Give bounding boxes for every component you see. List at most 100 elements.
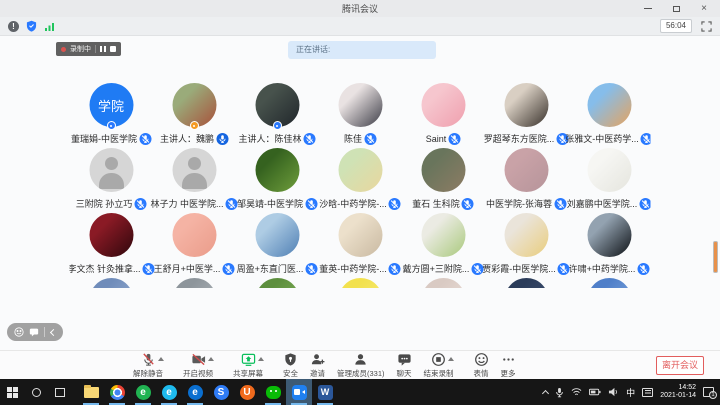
participant-tile[interactable] [568, 278, 651, 288]
tray-wifi-icon[interactable] [571, 387, 582, 397]
participant-tile[interactable]: 董石 生科院 [402, 148, 485, 210]
participant-tile[interactable]: 中医学院-张海蓉 [485, 148, 568, 210]
fullscreen-icon[interactable] [701, 21, 712, 32]
mic-muted-icon[interactable] [639, 198, 650, 210]
mic-muted-icon[interactable] [304, 133, 316, 145]
mic-muted-icon[interactable] [641, 133, 651, 145]
taskbar-app-uc-browser-icon[interactable]: U [234, 379, 260, 405]
participant-tile[interactable]: 王舒月+中医学... [153, 213, 236, 275]
participant-name: 董英-中药学院-... [319, 262, 387, 275]
mic-muted-icon[interactable] [222, 263, 234, 275]
taskbar-app-explorer-icon[interactable] [78, 379, 104, 405]
toolbar-share-screen-button[interactable]: 共享屏幕 [233, 352, 263, 379]
mic-on-icon[interactable] [216, 133, 228, 145]
mic-muted-icon[interactable] [448, 133, 460, 145]
participant-tile[interactable]: 刘嘉鹏中医学院... [568, 148, 651, 210]
participant-tile[interactable]: 林子力 中医学院... [153, 148, 236, 210]
participant-name: 主讲人：陈佳林 [238, 132, 301, 145]
taskbar-clock[interactable]: 14:52 2021-01-14 [660, 384, 696, 401]
maximize-icon[interactable] [668, 1, 684, 16]
tray-microphone-icon[interactable] [555, 387, 564, 398]
participant-tile[interactable]: 主讲人：魏鹏 [153, 83, 236, 145]
expand-arrow-icon[interactable] [258, 357, 264, 361]
toolbar-members-button[interactable]: 管理成员(331) [337, 352, 385, 379]
toolbar-stop-record-button[interactable]: 结束录制 [424, 352, 454, 379]
participant-tile[interactable]: 董英-中药学院-... [319, 213, 402, 275]
mic-muted-icon[interactable] [389, 263, 401, 275]
mic-muted-icon[interactable] [554, 198, 566, 210]
participant-tile[interactable] [70, 278, 153, 288]
taskbar-app-wechat-icon[interactable] [260, 379, 286, 405]
mic-muted-icon[interactable] [139, 133, 151, 145]
participant-tile[interactable] [319, 278, 402, 288]
collapse-bar-icon[interactable] [50, 328, 57, 335]
toolbar-shield-button[interactable]: 安全 [283, 352, 298, 379]
taskbar-app-chrome-icon[interactable] [104, 379, 130, 405]
participant-tile[interactable]: 李文杰 针灸推拿... [70, 213, 153, 275]
participant-tile[interactable]: 邹昊靖-中医学院 [236, 148, 319, 210]
mic-muted-icon[interactable] [637, 263, 649, 275]
toolbar-invite-button[interactable]: 邀请 [310, 352, 325, 379]
avatar-wrap [421, 148, 465, 192]
mic-muted-icon[interactable] [134, 198, 146, 210]
close-icon[interactable]: × [696, 1, 712, 16]
mic-muted-icon[interactable] [305, 263, 317, 275]
participant-tile[interactable]: 沙晗-中药学院-... [319, 148, 402, 210]
participant-tile[interactable]: 贾彩霞-中医学院... [485, 213, 568, 275]
taskbar-app-word-icon[interactable]: W [312, 379, 338, 405]
tray-battery-icon[interactable] [589, 388, 601, 396]
participant-tile[interactable]: 罗超琴东方医院... [485, 83, 568, 145]
taskbar-app-tencent-meeting-icon[interactable] [286, 379, 312, 405]
taskbar-app-ie-icon[interactable]: e [156, 379, 182, 405]
start-button-icon[interactable] [0, 379, 24, 405]
expand-arrow-icon[interactable] [208, 357, 214, 361]
chat-quick-icon[interactable] [29, 327, 39, 337]
participant-tile[interactable]: 陈佳 [319, 83, 402, 145]
toolbar-emoji-button[interactable]: 表情 [474, 352, 489, 379]
grid-scrollbar-thumb[interactable] [713, 241, 718, 273]
pause-recording-icon[interactable] [100, 46, 106, 52]
stop-recording-icon[interactable] [110, 46, 116, 52]
taskbar-app-sogou-icon[interactable]: S [208, 379, 234, 405]
participant-tile[interactable]: Saint [402, 83, 485, 145]
participant-tile[interactable] [485, 278, 568, 288]
search-icon[interactable] [24, 379, 48, 405]
participant-tile[interactable]: 三附院 孙立巧 [70, 148, 153, 210]
input-method-indicator[interactable]: 中 [626, 386, 635, 399]
toolbar-more-button[interactable]: 更多 [501, 352, 516, 379]
network-shield-icon[interactable] [26, 20, 37, 32]
taskbar-app-edge-icon[interactable]: e [182, 379, 208, 405]
mic-muted-icon[interactable] [389, 198, 401, 210]
expand-arrow-icon[interactable] [158, 357, 164, 361]
participant-tile[interactable]: 学院董瑞娟-中医学院 [70, 83, 153, 145]
participant-tile[interactable] [236, 278, 319, 288]
participant-tile[interactable]: 周盈+东直门医... [236, 213, 319, 275]
participant-tile[interactable]: 戴方圆+三附院... [402, 213, 485, 275]
signal-strength-icon[interactable] [44, 21, 55, 32]
toolbar-camera-off-button[interactable]: 开启视频 [183, 352, 213, 379]
participant-tile[interactable]: 主讲人：陈佳林 [236, 83, 319, 145]
toolbar-mic-off-button[interactable]: 解除静音 [133, 352, 163, 379]
default-avatar [172, 148, 216, 192]
expand-arrow-icon[interactable] [448, 357, 454, 361]
tray-chevron-up-icon[interactable] [543, 389, 548, 396]
leave-meeting-button[interactable]: 离开会议 [656, 356, 704, 375]
taskbar-app-browser-360-icon[interactable]: e [130, 379, 156, 405]
task-view-icon[interactable] [48, 379, 72, 405]
emoji-icon [474, 352, 489, 367]
touch-keyboard-icon[interactable] [642, 388, 653, 397]
meeting-info-icon[interactable]: ! [8, 21, 19, 32]
minimize-icon[interactable] [640, 1, 656, 16]
action-center-icon[interactable]: 1 [703, 387, 714, 397]
mic-muted-icon[interactable] [305, 198, 317, 210]
participant-tile[interactable] [153, 278, 236, 288]
participant-tile[interactable]: 许啸+中药学院... [568, 213, 651, 275]
toolbar-chat-button[interactable]: 聊天 [397, 352, 412, 379]
participant-label: 张雅文-中医药学... [565, 132, 650, 145]
mic-muted-icon[interactable] [462, 198, 474, 210]
participant-tile[interactable] [402, 278, 485, 288]
tray-volume-icon[interactable] [608, 387, 619, 397]
mic-muted-icon[interactable] [364, 133, 376, 145]
participant-tile[interactable]: 张雅文-中医药学... [568, 83, 651, 145]
emoji-quick-icon[interactable] [14, 327, 24, 337]
